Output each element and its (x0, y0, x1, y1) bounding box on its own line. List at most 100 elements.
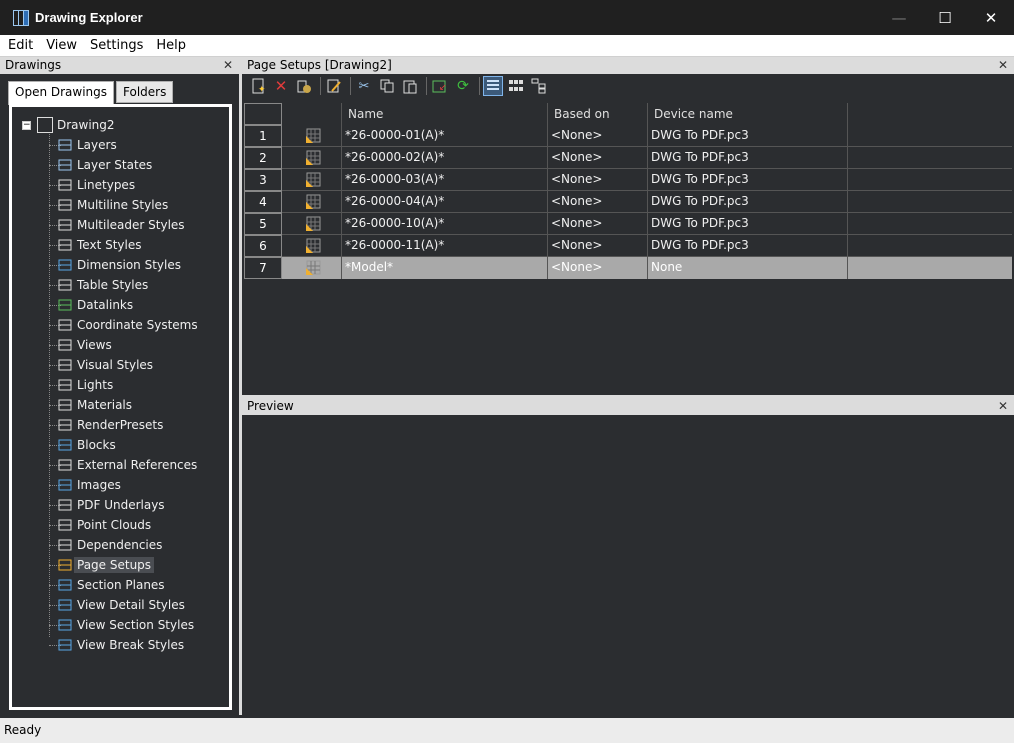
tree-item-view-detail-styles[interactable]: View Detail Styles (57, 595, 185, 615)
close-panel-icon[interactable]: ✕ (998, 398, 1008, 415)
tree-item-layers[interactable]: Layers (57, 135, 117, 155)
delete-icon[interactable]: ✕ (271, 76, 291, 96)
cell-device-name[interactable]: DWG To PDF.pc3 (648, 125, 848, 147)
minimize-button[interactable]: — (876, 0, 922, 35)
maximize-button[interactable]: ☐ (922, 0, 968, 35)
tree-item-label: Visual Styles (77, 358, 154, 372)
row-number[interactable]: 4 (244, 191, 282, 213)
tree-item-blocks[interactable]: Blocks (57, 435, 116, 455)
tree-view-icon[interactable] (529, 76, 549, 96)
close-panel-icon[interactable]: ✕ (223, 57, 233, 74)
cell-name[interactable]: *26-0000-04(A)* (342, 191, 548, 213)
table-row[interactable]: 1 *26-0000-01(A)* <None> DWG To PDF.pc3 (244, 125, 1012, 147)
tree-root-drawing[interactable]: − Drawing2 (22, 115, 115, 135)
tab-folders[interactable]: Folders (116, 81, 174, 103)
edit-icon[interactable] (324, 76, 344, 96)
copy-icon[interactable] (377, 76, 397, 96)
cell-name[interactable]: *26-0000-11(A)* (342, 235, 548, 257)
cell-based-on[interactable]: <None> (548, 125, 648, 147)
tree-item-multiline-styles[interactable]: Multiline Styles (57, 195, 168, 215)
cut-icon[interactable]: ✂ (354, 76, 374, 96)
row-number[interactable]: 6 (244, 235, 282, 257)
cell-name[interactable]: *26-0000-02(A)* (342, 147, 548, 169)
purge-icon[interactable] (294, 76, 314, 96)
page-setups-header: Page Setups [Drawing2] ✕ (242, 57, 1014, 74)
column-device-name[interactable]: Device name (648, 103, 848, 125)
cell-name[interactable]: *26-0000-01(A)* (342, 125, 548, 147)
tree-item-text-styles[interactable]: Text Styles (57, 235, 141, 255)
tree-item-label: Blocks (77, 438, 116, 452)
page-setups-panel: Page Setups [Drawing2] ✕ ✦ ✕ ✂ ↙ ⟳ Name … (242, 57, 1014, 395)
page-setup-icon (282, 191, 342, 213)
table-row[interactable]: 6 *26-0000-11(A)* <None> DWG To PDF.pc3 (244, 235, 1012, 257)
close-panel-icon[interactable]: ✕ (998, 57, 1008, 74)
tree-item-point-clouds[interactable]: Point Clouds (57, 515, 151, 535)
tree-item-view-break-styles[interactable]: View Break Styles (57, 635, 184, 655)
tree-item-lights[interactable]: Lights (57, 375, 113, 395)
cell-name[interactable]: *26-0000-03(A)* (342, 169, 548, 191)
tree-item-page-setups[interactable]: Page Setups (57, 555, 155, 575)
cell-device-name[interactable]: DWG To PDF.pc3 (648, 235, 848, 257)
large-icons-view-icon[interactable] (506, 76, 526, 96)
menu-edit[interactable]: Edit (3, 38, 38, 53)
row-number[interactable]: 3 (244, 169, 282, 191)
paste-icon[interactable] (400, 76, 420, 96)
tree-item-images[interactable]: Images (57, 475, 121, 495)
cell-based-on[interactable]: <None> (548, 191, 648, 213)
cell-based-on[interactable]: <None> (548, 213, 648, 235)
column-based-on[interactable]: Based on (548, 103, 648, 125)
cell-name[interactable]: *26-0000-10(A)* (342, 213, 548, 235)
row-number[interactable]: 7 (244, 257, 282, 279)
tree-item-datalinks[interactable]: Datalinks (57, 295, 133, 315)
row-number[interactable]: 5 (244, 213, 282, 235)
svg-text:↙: ↙ (439, 83, 447, 93)
table-row[interactable]: 2 *26-0000-02(A)* <None> DWG To PDF.pc3 (244, 147, 1012, 169)
cell-based-on[interactable]: <None> (548, 147, 648, 169)
cell-device-name[interactable]: DWG To PDF.pc3 (648, 169, 848, 191)
cell-device-name[interactable]: DWG To PDF.pc3 (648, 191, 848, 213)
column-name[interactable]: Name (342, 103, 548, 125)
close-button[interactable]: ✕ (968, 0, 1014, 35)
tree-item-dependencies[interactable]: Dependencies (57, 535, 162, 555)
preview-panel: Preview ✕ (242, 398, 1014, 715)
tree-item-layer-states[interactable]: Layer States (57, 155, 152, 175)
tree-item-external-references[interactable]: External References (57, 455, 197, 475)
cell-device-name[interactable]: DWG To PDF.pc3 (648, 147, 848, 169)
new-icon[interactable]: ✦ (248, 76, 268, 96)
refresh-icon[interactable]: ⟳ (453, 76, 473, 96)
cell-device-name[interactable]: None (648, 257, 848, 279)
tree-item-views[interactable]: Views (57, 335, 112, 355)
menu-help[interactable]: Help (151, 38, 191, 53)
tree-item-linetypes[interactable]: Linetypes (57, 175, 135, 195)
tab-open-drawings[interactable]: Open Drawings (8, 81, 115, 105)
tree-item-label: RenderPresets (77, 418, 164, 432)
details-view-icon[interactable] (483, 76, 503, 96)
drawing-icon (37, 117, 53, 133)
table-row[interactable]: 4 *26-0000-04(A)* <None> DWG To PDF.pc3 (244, 191, 1012, 213)
tree-item-visual-styles[interactable]: Visual Styles (57, 355, 153, 375)
tree-item-dimension-styles[interactable]: Dimension Styles (57, 255, 181, 275)
tree-item-label: Point Clouds (77, 518, 152, 532)
cell-name[interactable]: *Model* (342, 257, 548, 279)
table-row[interactable]: 3 *26-0000-03(A)* <None> DWG To PDF.pc3 (244, 169, 1012, 191)
cell-based-on[interactable]: <None> (548, 169, 648, 191)
tree-item-multileader-styles[interactable]: Multileader Styles (57, 215, 185, 235)
tree-item-table-styles[interactable]: Table Styles (57, 275, 148, 295)
menu-settings[interactable]: Settings (85, 38, 148, 53)
menu-view[interactable]: View (41, 38, 82, 53)
tree-item-renderpresets[interactable]: RenderPresets (57, 415, 163, 435)
collapse-icon[interactable]: − (22, 120, 31, 130)
cell-based-on[interactable]: <None> (548, 257, 648, 279)
row-number[interactable]: 1 (244, 125, 282, 147)
tree-item-coordinate-systems[interactable]: Coordinate Systems (57, 315, 198, 335)
cell-device-name[interactable]: DWG To PDF.pc3 (648, 213, 848, 235)
tree-item-pdf-underlays[interactable]: PDF Underlays (57, 495, 165, 515)
tree-item-section-planes[interactable]: Section Planes (57, 575, 165, 595)
table-row[interactable]: 5 *26-0000-10(A)* <None> DWG To PDF.pc3 (244, 213, 1012, 235)
table-row[interactable]: 7 *Model* <None> None (244, 257, 1012, 279)
cell-based-on[interactable]: <None> (548, 235, 648, 257)
import-icon[interactable]: ↙ (430, 76, 450, 96)
tree-item-view-section-styles[interactable]: View Section Styles (57, 615, 194, 635)
tree-item-materials[interactable]: Materials (57, 395, 132, 415)
row-number[interactable]: 2 (244, 147, 282, 169)
